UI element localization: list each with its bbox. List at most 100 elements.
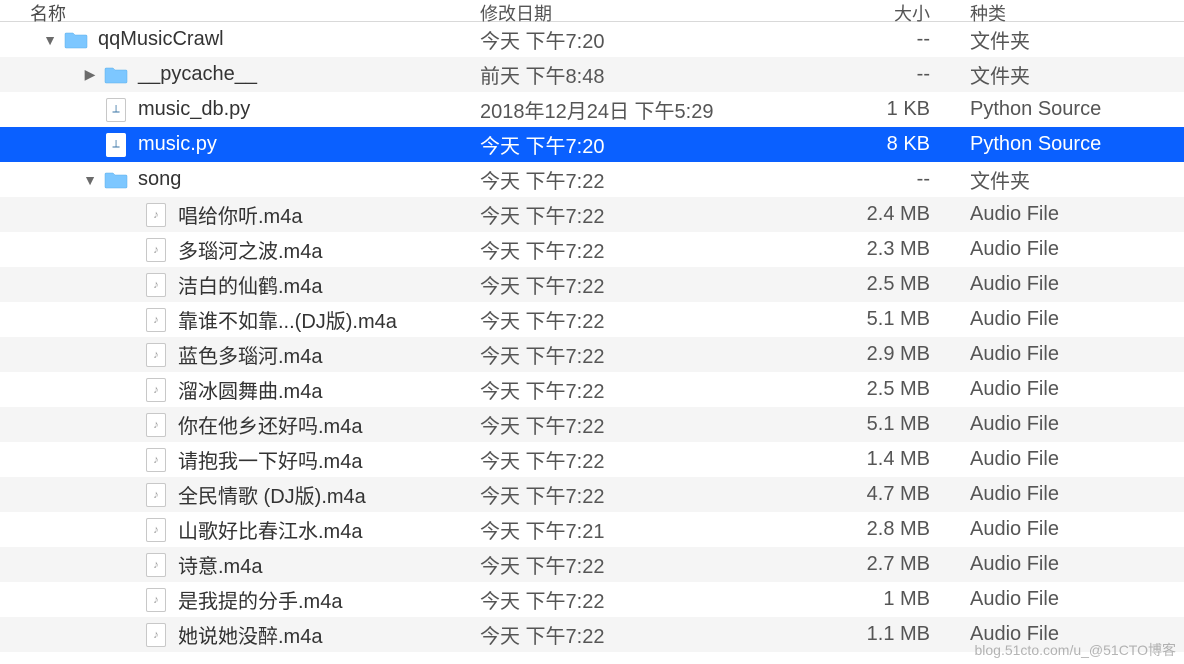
file-name: 洁白的仙鹤.m4a: [178, 270, 322, 299]
file-date: 今天 下午7:22: [480, 200, 820, 229]
file-size: 5.1 MB: [820, 308, 960, 331]
audio-file-icon: ♪: [144, 553, 168, 577]
column-header-size[interactable]: 大小: [820, 0, 960, 26]
audio-file-icon: ♪: [146, 273, 166, 297]
file-kind: Python Source: [960, 98, 1184, 121]
file-row[interactable]: ♪溜冰圆舞曲.m4a今天 下午7:222.5 MBAudio File: [0, 372, 1184, 407]
file-row[interactable]: ▶__pycache__前天 下午8:48--文件夹: [0, 57, 1184, 92]
column-header-row: 名称 修改日期 大小 种类: [0, 0, 1184, 22]
file-kind: 文件夹: [960, 60, 1184, 89]
file-size: 2.5 MB: [820, 378, 960, 401]
file-row[interactable]: ⟂ music_db.py 2018年12月24日 下午5:291 KBPython…: [0, 92, 1184, 127]
python-file-icon: ⟂: [106, 98, 126, 122]
file-kind: Audio File: [960, 623, 1184, 646]
file-size: 8 KB: [820, 133, 960, 156]
file-date: 今天 下午7:22: [480, 550, 820, 579]
file-row[interactable]: ♪请抱我一下好吗.m4a今天 下午7:221.4 MBAudio File: [0, 442, 1184, 477]
file-kind: Audio File: [960, 518, 1184, 541]
file-kind: 文件夹: [960, 25, 1184, 54]
file-row[interactable]: ♪是我提的分手.m4a今天 下午7:221 MBAudio File: [0, 582, 1184, 617]
audio-file-icon: ♪: [144, 273, 168, 297]
audio-file-icon: ♪: [144, 238, 168, 262]
file-size: 2.7 MB: [820, 553, 960, 576]
file-date: 今天 下午7:20: [480, 130, 820, 159]
audio-file-icon: ♪: [146, 483, 166, 507]
file-kind: Audio File: [960, 483, 1184, 506]
file-kind: Audio File: [960, 413, 1184, 436]
file-kind: Audio File: [960, 203, 1184, 226]
audio-file-icon: ♪: [144, 413, 168, 437]
audio-file-icon: ♪: [146, 623, 166, 647]
audio-file-icon: ♪: [144, 588, 168, 612]
file-kind: Audio File: [960, 448, 1184, 471]
file-row[interactable]: ♪ 诗意.m4a 今天 下午7:222.7 MBAudio File: [0, 547, 1184, 582]
file-date: 2018年12月24日 下午5:29: [480, 95, 820, 124]
audio-file-icon: ♪: [144, 518, 168, 542]
file-row[interactable]: ⟂music.py今天 下午7:208 KBPython Source: [0, 127, 1184, 162]
audio-file-icon: ♪: [146, 308, 166, 332]
file-row[interactable]: ♪ 全民情歌 (DJ版).m4a 今天 下午7:224.7 MBAudio File: [0, 477, 1184, 512]
file-name: music_db.py: [138, 98, 250, 121]
file-row[interactable]: ♪唱给你听.m4a今天 下午7:222.4 MBAudio File: [0, 197, 1184, 232]
file-size: 1 KB: [820, 98, 960, 121]
file-date: 今天 下午7:22: [480, 375, 820, 404]
audio-file-icon: ♪: [144, 343, 168, 367]
file-date: 今天 下午7:22: [480, 410, 820, 439]
file-date: 今天 下午7:22: [480, 620, 820, 649]
file-name: 溜冰圆舞曲.m4a: [178, 375, 322, 404]
file-row[interactable]: ▼song今天 下午7:22--文件夹: [0, 162, 1184, 197]
file-name: __pycache__: [138, 63, 257, 86]
folder-icon: [64, 28, 88, 52]
file-date: 今天 下午7:22: [480, 480, 820, 509]
column-header-date[interactable]: 修改日期: [480, 0, 820, 26]
file-date: 今天 下午7:20: [480, 25, 820, 54]
file-size: 4.7 MB: [820, 483, 960, 506]
file-kind: Audio File: [960, 553, 1184, 576]
file-name: 蓝色多瑙河.m4a: [178, 340, 322, 369]
file-row[interactable]: ♪你在他乡还好吗.m4a今天 下午7:225.1 MBAudio File: [0, 407, 1184, 442]
file-size: 2.3 MB: [820, 238, 960, 261]
file-date: 今天 下午7:22: [480, 235, 820, 264]
audio-file-icon: ♪: [146, 238, 166, 262]
file-name: qqMusicCrawl: [98, 28, 224, 51]
file-name: 请抱我一下好吗.m4a: [178, 445, 362, 474]
file-size: 1 MB: [820, 588, 960, 611]
audio-file-icon: ♪: [144, 308, 168, 332]
file-row[interactable]: ♪靠谁不如靠...(DJ版).m4a今天 下午7:225.1 MBAudio F…: [0, 302, 1184, 337]
audio-file-icon: ♪: [146, 448, 166, 472]
file-size: 2.8 MB: [820, 518, 960, 541]
chevron-down-icon[interactable]: ▼: [80, 172, 100, 188]
audio-file-icon: ♪: [146, 553, 166, 577]
file-row[interactable]: ♪蓝色多瑙河.m4a今天 下午7:222.9 MBAudio File: [0, 337, 1184, 372]
chevron-right-icon[interactable]: ▶: [80, 66, 100, 83]
file-name: 靠谁不如靠...(DJ版).m4a: [178, 305, 397, 334]
audio-file-icon: ♪: [146, 588, 166, 612]
file-row[interactable]: ♪她说她没醉.m4a今天 下午7:221.1 MBAudio File: [0, 617, 1184, 652]
audio-file-icon: ♪: [146, 518, 166, 542]
folder-icon: [104, 168, 128, 192]
file-date: 今天 下午7:21: [480, 515, 820, 544]
file-size: 2.9 MB: [820, 343, 960, 366]
file-name: 多瑙河之波.m4a: [178, 235, 322, 264]
file-name: 全民情歌 (DJ版).m4a: [178, 480, 366, 509]
audio-file-icon: ♪: [146, 413, 166, 437]
file-row[interactable]: ♪洁白的仙鹤.m4a今天 下午7:222.5 MBAudio File: [0, 267, 1184, 302]
audio-file-icon: ♪: [144, 483, 168, 507]
file-row[interactable]: ▼qqMusicCrawl今天 下午7:20--文件夹: [0, 22, 1184, 57]
file-size: 2.5 MB: [820, 273, 960, 296]
file-date: 今天 下午7:22: [480, 305, 820, 334]
column-header-kind[interactable]: 种类: [960, 0, 1184, 26]
file-name: 是我提的分手.m4a: [178, 585, 342, 614]
column-header-name[interactable]: 名称: [0, 0, 480, 26]
audio-file-icon: ♪: [144, 448, 168, 472]
file-row[interactable]: ♪多瑙河之波.m4a今天 下午7:222.3 MBAudio File: [0, 232, 1184, 267]
chevron-down-icon[interactable]: ▼: [40, 32, 60, 48]
file-date: 今天 下午7:22: [480, 340, 820, 369]
file-date: 今天 下午7:22: [480, 445, 820, 474]
file-name: 她说她没醉.m4a: [178, 620, 322, 649]
file-row[interactable]: ♪山歌好比春江水.m4a今天 下午7:212.8 MBAudio File: [0, 512, 1184, 547]
file-date: 今天 下午7:22: [480, 585, 820, 614]
file-name: 诗意.m4a: [178, 550, 262, 579]
python-file-icon: ⟂: [104, 133, 128, 157]
file-name: song: [138, 168, 181, 191]
